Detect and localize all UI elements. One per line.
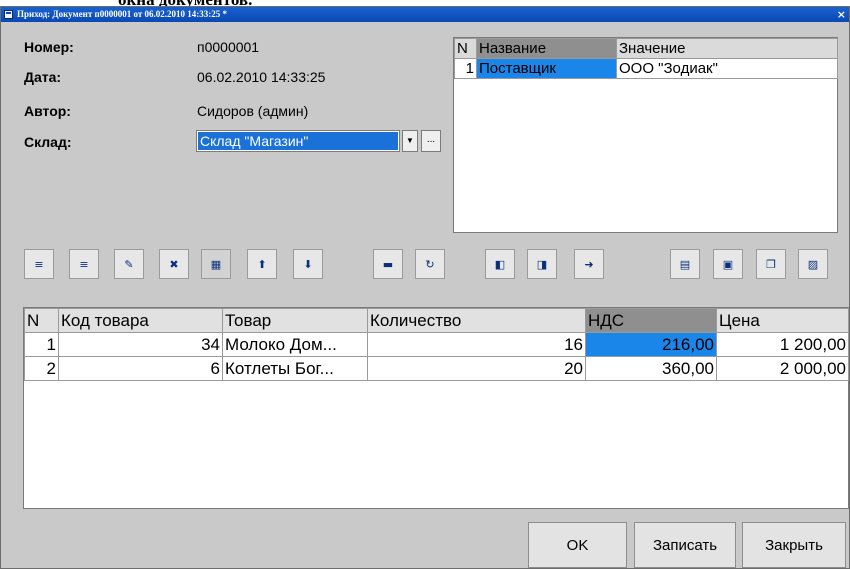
delete-row-icon: ✖ bbox=[169, 257, 179, 271]
properties-table: N Название Значение 1 Поставщик ООО "Зод… bbox=[454, 38, 838, 79]
properties-col-value[interactable]: Значение bbox=[616, 38, 838, 59]
properties-table-panel[interactable]: N Название Значение 1 Поставщик ООО "Зод… bbox=[453, 37, 838, 233]
export-icon: ◨ bbox=[536, 257, 548, 271]
items-cell-n[interactable]: 1 bbox=[24, 332, 59, 357]
author-label: Автор: bbox=[24, 103, 71, 119]
table-row[interactable]: 1 34 Молоко Дом... 16 216,00 1 200,00 bbox=[24, 332, 849, 357]
export-button[interactable]: ◨ bbox=[527, 249, 557, 279]
number-label: Номер: bbox=[24, 39, 74, 55]
number-value: п0000001 bbox=[197, 39, 260, 55]
browse-button[interactable]: ... bbox=[421, 130, 441, 152]
edit-row-button[interactable]: ✎ bbox=[114, 249, 144, 279]
items-cell-code[interactable]: 6 bbox=[58, 356, 223, 381]
import-button[interactable]: ◧ bbox=[485, 249, 515, 279]
window-title: Приход: Документ п0000001 от 06.02.2010 … bbox=[17, 9, 227, 19]
calendar-button[interactable]: ▣ bbox=[713, 249, 743, 279]
window-icon bbox=[4, 10, 13, 19]
go-forward-button[interactable]: ➜ bbox=[574, 249, 604, 279]
items-cell-product[interactable]: Молоко Дом... bbox=[222, 332, 368, 357]
items-col-price[interactable]: Цена bbox=[716, 308, 849, 333]
items-table-panel[interactable]: N Код товара Товар Количество НДС Цена 1… bbox=[23, 307, 849, 509]
properties-cell-name[interactable]: Поставщик bbox=[476, 58, 617, 79]
items-header-row: N Код товара Товар Количество НДС Цена bbox=[24, 308, 849, 333]
items-cell-code[interactable]: 34 bbox=[58, 332, 223, 357]
close-button[interactable]: Закрыть bbox=[742, 522, 846, 568]
move-down-button[interactable]: ⬇ bbox=[293, 249, 323, 279]
items-cell-vat[interactable]: 360,00 bbox=[585, 356, 717, 381]
properties-header-row: N Название Значение bbox=[454, 38, 838, 59]
table-row[interactable]: 2 6 Котлеты Бог... 20 360,00 2 000,00 bbox=[24, 356, 849, 381]
add-row-button[interactable]: ≡ bbox=[24, 249, 54, 279]
import-icon: ◧ bbox=[494, 257, 506, 271]
properties-cell-value[interactable]: ООО "Зодиак" bbox=[616, 58, 838, 79]
title-bar: Приход: Документ п0000001 от 06.02.2010 … bbox=[1, 7, 849, 22]
document-window: Приход: Документ п0000001 от 06.02.2010 … bbox=[0, 6, 850, 569]
items-table: N Код товара Товар Количество НДС Цена 1… bbox=[24, 308, 849, 381]
items-col-product[interactable]: Товар bbox=[222, 308, 368, 333]
items-cell-product[interactable]: Котлеты Бог... bbox=[222, 356, 368, 381]
add-row-icon: ≡ bbox=[34, 257, 44, 271]
filter-button[interactable]: ▤ bbox=[670, 249, 700, 279]
arrow-up-icon: ⬆ bbox=[257, 257, 267, 271]
delete-row-button[interactable]: ✖ bbox=[159, 249, 189, 279]
items-col-qty[interactable]: Количество bbox=[367, 308, 586, 333]
warehouse-label: Склад: bbox=[24, 134, 72, 150]
refresh-button[interactable]: ↻ bbox=[415, 249, 445, 279]
save-button[interactable]: Записать bbox=[634, 522, 736, 568]
insert-row-button[interactable]: ≡ bbox=[69, 249, 99, 279]
items-col-code[interactable]: Код товара bbox=[58, 308, 223, 333]
properties-col-name[interactable]: Название bbox=[476, 38, 617, 59]
warehouse-select-value: Склад "Магазин" bbox=[198, 132, 398, 150]
print-button[interactable]: ▬ bbox=[373, 249, 403, 279]
edit-row-icon: ✎ bbox=[124, 257, 134, 271]
calendar-icon: ▣ bbox=[722, 257, 734, 271]
author-value: Сидоров (админ) bbox=[197, 103, 309, 119]
move-up-button[interactable]: ⬆ bbox=[247, 249, 277, 279]
items-cell-vat[interactable]: 216,00 bbox=[585, 332, 717, 357]
items-col-n[interactable]: N bbox=[24, 308, 59, 333]
properties-col-n[interactable]: N bbox=[454, 38, 477, 59]
paste-button[interactable]: ▨ bbox=[798, 249, 828, 279]
copy-icon: ❐ bbox=[766, 257, 776, 271]
items-cell-n[interactable]: 2 bbox=[24, 356, 59, 381]
items-cell-qty[interactable]: 16 bbox=[367, 332, 586, 357]
paste-icon: ▨ bbox=[807, 257, 819, 271]
warehouse-select[interactable]: Склад "Магазин" bbox=[196, 130, 400, 152]
forward-icon: ➜ bbox=[584, 257, 594, 271]
insert-row-icon: ≡ bbox=[79, 257, 89, 271]
properties-cell-n[interactable]: 1 bbox=[454, 58, 477, 79]
printer-icon: ▬ bbox=[382, 257, 394, 271]
items-cell-price[interactable]: 1 200,00 bbox=[716, 332, 849, 357]
copy-button[interactable]: ❐ bbox=[756, 249, 786, 279]
date-value: 06.02.2010 14:33:25 bbox=[197, 69, 326, 85]
filter-icon: ▤ bbox=[679, 257, 691, 271]
chevron-down-icon[interactable]: ▼ bbox=[402, 130, 418, 152]
refresh-icon: ↻ bbox=[425, 257, 435, 271]
items-cell-qty[interactable]: 20 bbox=[367, 356, 586, 381]
date-label: Дата: bbox=[24, 69, 62, 85]
end-edit-icon: ▦ bbox=[210, 257, 222, 271]
close-window-icon[interactable]: × bbox=[837, 7, 846, 22]
ok-button[interactable]: OK bbox=[528, 522, 627, 568]
items-col-vat[interactable]: НДС bbox=[585, 308, 717, 333]
properties-row[interactable]: 1 Поставщик ООО "Зодиак" bbox=[454, 58, 838, 79]
arrow-down-icon: ⬇ bbox=[303, 257, 313, 271]
items-cell-price[interactable]: 2 000,00 bbox=[716, 356, 849, 381]
end-edit-button[interactable]: ▦ bbox=[201, 249, 231, 279]
